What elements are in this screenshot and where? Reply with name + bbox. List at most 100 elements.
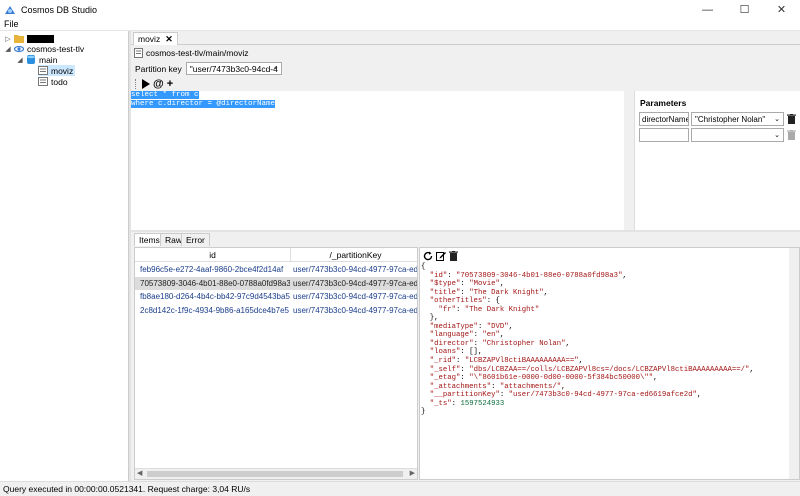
expand-icon[interactable]: ▷ [4,35,12,43]
json-punctuation [421,340,430,348]
results-grid: id /_partitionKey feb96c5e-e272-4aaf-986… [134,247,418,480]
delete-parameter-trash-icon[interactable] [785,112,797,126]
json-line: "id": "70573809-3046-4b01-88e0-0788a0fd9… [421,272,754,281]
collection-icon [38,66,48,75]
json-punctuation: , [543,288,549,297]
tab-label: Items [139,235,160,245]
scrollbar-thumb[interactable] [147,471,403,477]
cell-id: 2c8d142c-1f9c-4934-9b86-a165dce4b7e5 [140,305,290,315]
json-line: "_self": "dbs/LCBZAA==/colls/LCBZAPVl8cs… [421,366,754,375]
json-key: "_ts" [429,399,452,408]
partition-key-select[interactable]: "user/7473b3c0-94cd-4 ⌄ [185,62,282,75]
json-key: "_attachments" [429,382,492,391]
cell-partition-key: user/7473b3c0-94cd-4977-97ca-ed6 [293,265,418,274]
tab-error[interactable]: Error [181,233,210,246]
json-string-value: "Movie" [469,280,500,289]
json-line: { [421,263,754,272]
tab-moviz[interactable]: moviz ✕ [133,32,178,45]
json-punctuation [421,374,430,382]
json-punctuation [421,348,430,356]
json-punctuation [421,391,430,399]
chevron-down-icon: ⌄ [774,116,780,123]
collapse-icon[interactable]: ◢ [4,45,12,53]
edit-icon[interactable] [436,251,446,261]
column-header-id[interactable]: id [135,248,290,262]
tree-item-connection[interactable]: ◢ cosmos-test-tlv [4,43,84,54]
json-punctuation: : [460,288,470,297]
run-query-icon[interactable] [141,79,150,89]
cosmos-connection-icon [14,45,24,53]
tab-label: moviz [138,34,161,44]
query-line-text: where c.director = @directorName [131,100,276,108]
json-line: "language": "en", [421,331,754,340]
menu-file[interactable]: File [4,19,19,30]
close-tab-icon[interactable]: ✕ [165,34,173,45]
json-punctuation: : [460,365,470,374]
json-string-value: "\"8601b61e-0000-0d00-0000-5f384bc50000\… [469,374,654,383]
json-key: "otherTitles" [429,297,487,306]
close-window-button[interactable]: ✕ [763,0,800,19]
json-string-value: "70573809-3046-4b01-88e0-0788a0fd98a3" [456,271,623,280]
parameter-name-value: directorName [642,114,689,124]
parameter-value-select[interactable]: ⌄ [691,128,784,142]
json-line: "_rid": "LCBZAPVl8ctiBAAAAAAAAA==", [421,357,754,366]
parameter-name-input[interactable]: directorName [639,112,689,126]
json-key: "__partitionKey" [429,391,500,400]
json-punctuation: : [477,322,487,331]
column-header-partition-key[interactable]: /_partitionKey [290,248,417,262]
json-punctuation [421,400,430,408]
json-key: "title" [429,288,461,297]
json-punctuation: : [473,331,483,340]
json-scrollbar[interactable] [789,248,799,479]
json-line: "__partitionKey": "user/7473b3c0-94cd-49… [421,391,754,400]
refresh-icon[interactable] [423,251,433,261]
menu-bar: File [0,19,800,31]
json-punctuation: , [622,271,627,280]
json-content[interactable]: { "id": "70573809-3046-4b01-88e0-0788a0f… [421,263,754,417]
delete-parameter-trash-icon[interactable] [785,128,797,142]
query-editor[interactable]: select * from c where c.director = @dire… [131,91,628,230]
parameter-value-text: "Christopher Nolan" [695,114,766,124]
parameter-value-select[interactable]: "Christopher Nolan" ⌄ [691,112,784,126]
table-row[interactable]: feb96c5e-e272-4aaf-9860-2bce4f2d14af user… [135,263,418,276]
json-punctuation: : [447,271,457,280]
scroll-right-icon[interactable]: ▶ [410,469,415,477]
status-bar: Query executed in 00:00:00.0521341. Requ… [0,481,800,496]
delete-document-trash-icon[interactable] [449,251,458,261]
json-line: "_etag": "\"8601b61e-0000-0d00-0000-5f38… [421,374,754,383]
json-key: "$type" [429,280,461,289]
cell-id: fb8ae180-d264-4b4c-bb42-97c9d4543ba5 [140,292,290,301]
tree-item-database[interactable]: ◢ main [16,54,57,65]
redacted-account-label [27,34,54,43]
tree-item-collection-moviz[interactable]: moviz [38,65,76,76]
json-key: "loans" [429,348,461,357]
table-row[interactable]: 70573809-3046-4b01-88e0-0788a0fd98a3 user… [135,276,418,290]
parameter-name-input[interactable] [639,128,689,142]
cell-id: 70573809-3046-4b01-88e0-0788a0fd98a3 [140,278,290,288]
json-line: "$type": "Movie", [421,280,754,289]
tree-label-database: main [39,54,58,65]
tree-item-collection-todo[interactable]: todo [38,76,68,87]
json-string-value: "en" [482,331,500,340]
json-punctuation: } [421,408,426,417]
cell-partition-key: user/7473b3c0-94cd-4977-97ca-ed6 [293,278,418,288]
toolbar-grip[interactable] [135,79,138,89]
json-punctuation [421,289,430,297]
scroll-left-icon[interactable]: ◀ [137,469,142,477]
json-punctuation: , [508,322,513,331]
add-document-plus-icon[interactable]: + [167,78,173,90]
json-punctuation [421,357,430,365]
chevron-down-icon: ⌄ [774,132,780,139]
maximize-button[interactable]: ☐ [726,0,763,19]
json-punctuation: : [460,374,470,383]
table-row[interactable]: fb8ae180-d264-4b4c-bb42-97c9d4543ba5 user… [135,290,417,303]
collapse-icon[interactable]: ◢ [16,56,24,64]
minimize-button[interactable]: — [689,0,726,19]
json-key: "director" [429,339,474,348]
json-key: "_etag" [429,374,461,383]
table-row[interactable]: 2c8d142c-1f9c-4934-9b86-a165dce4b7e5 user… [135,304,417,317]
add-parameter-at-icon[interactable]: @ [153,78,164,90]
json-punctuation [421,331,430,339]
editor-scrollbar[interactable] [624,91,634,230]
results-horizontal-scrollbar[interactable]: ◀ ▶ [135,468,417,479]
